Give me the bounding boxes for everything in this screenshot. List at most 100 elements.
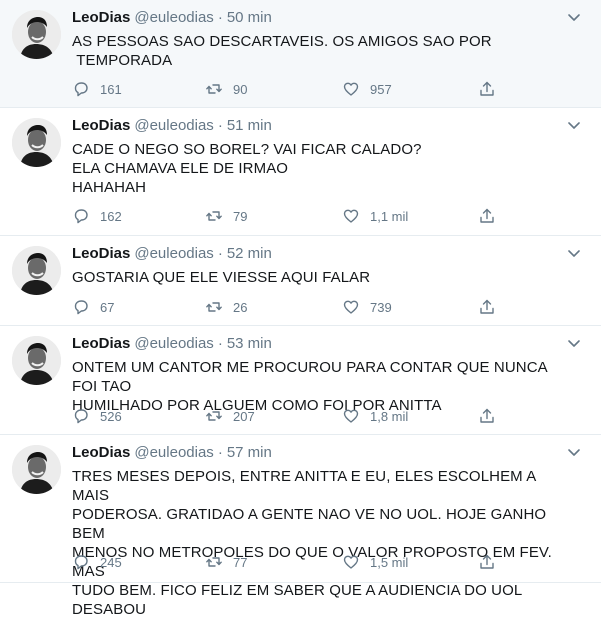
- like-button[interactable]: 1,1 mil: [342, 206, 408, 226]
- user-handle[interactable]: @euleodias: [134, 245, 213, 262]
- retweet-icon: [206, 302, 222, 312]
- tweet-header: LeoDias @euleodias · 53 min: [72, 334, 272, 354]
- like-button[interactable]: 1,8 mil: [342, 406, 408, 426]
- user-handle[interactable]: @euleodias: [134, 335, 213, 352]
- retweet-button[interactable]: 90: [205, 79, 247, 99]
- avatar[interactable]: [12, 336, 61, 385]
- tweet-actions: 526 207 1,8 mil: [72, 406, 512, 426]
- retweet-button[interactable]: 207: [205, 406, 255, 426]
- avatar-photo: [12, 445, 61, 494]
- tweet[interactable]: LeoDias @euleodias · 57 min TRES MESES DEPO…: [0, 435, 601, 618]
- like-button[interactable]: 957: [342, 79, 392, 99]
- retweet-count: 207: [233, 408, 255, 424]
- like-button[interactable]: 739: [342, 297, 392, 317]
- share-button[interactable]: [478, 206, 496, 226]
- avatar-photo: [12, 246, 61, 295]
- tweet[interactable]: LeoDias @euleodias · 52 min GOSTARIA QUE EL…: [0, 236, 601, 326]
- tweet-header: LeoDias @euleodias · 51 min: [72, 116, 272, 136]
- chevron-down-icon[interactable]: [567, 121, 581, 131]
- reply-icon: [74, 555, 88, 570]
- heart-icon: [343, 209, 359, 223]
- chevron-down-icon[interactable]: [567, 339, 581, 349]
- display-name[interactable]: LeoDias: [72, 117, 130, 134]
- tweet-header: LeoDias @euleodias · 52 min: [72, 244, 272, 264]
- share-button[interactable]: [478, 552, 496, 572]
- tweet-header: LeoDias @euleodias · 50 min: [72, 8, 272, 28]
- display-name[interactable]: LeoDias: [72, 444, 130, 461]
- display-name[interactable]: LeoDias: [72, 9, 130, 26]
- tweet-header: LeoDias @euleodias · 57 min: [72, 443, 272, 463]
- reply-icon: [74, 300, 88, 315]
- user-handle[interactable]: @euleodias: [134, 117, 213, 134]
- share-button[interactable]: [478, 297, 496, 317]
- display-name[interactable]: LeoDias: [72, 245, 130, 262]
- like-count: 957: [370, 81, 392, 97]
- retweet-icon: [206, 211, 222, 221]
- share-icon: [480, 299, 494, 314]
- share-button[interactable]: [478, 406, 496, 426]
- retweet-button[interactable]: 26: [205, 297, 247, 317]
- share-icon: [480, 81, 494, 96]
- like-button[interactable]: 1,5 mil: [342, 552, 408, 572]
- tweet-actions: 67 26 739: [72, 297, 512, 317]
- tweet-text: AS PESSOAS SAO DESCARTAVEIS. OS AMIGOS S…: [72, 33, 492, 69]
- heart-icon: [343, 300, 359, 314]
- reply-icon: [74, 82, 88, 97]
- like-count: 1,5 mil: [370, 554, 409, 570]
- tweet-timestamp[interactable]: 50 min: [227, 9, 272, 26]
- avatar[interactable]: [12, 118, 61, 167]
- reply-button[interactable]: 162: [72, 206, 122, 226]
- reply-count: 161: [100, 81, 122, 97]
- tweet-timestamp[interactable]: 52 min: [227, 245, 272, 262]
- reply-button[interactable]: 245: [72, 552, 122, 572]
- like-count: 1,8 mil: [370, 408, 409, 424]
- display-name[interactable]: LeoDias: [72, 335, 130, 352]
- reply-count: 67: [100, 299, 115, 315]
- tweet-feed: LeoDias @euleodias · 50 min AS PESSOAS SAO …: [0, 0, 601, 618]
- reply-count: 526: [100, 408, 122, 424]
- retweet-icon: [206, 84, 222, 94]
- avatar[interactable]: [12, 246, 61, 295]
- chevron-down-icon[interactable]: [567, 13, 581, 23]
- reply-icon: [74, 409, 88, 424]
- reply-count: 162: [100, 208, 122, 224]
- share-icon: [480, 408, 494, 423]
- avatar-photo: [12, 336, 61, 385]
- tweet-text: GOSTARIA QUE ELE VIESSE AQUI FALAR: [72, 269, 371, 286]
- reply-button[interactable]: 526: [72, 406, 122, 426]
- retweet-icon: [206, 411, 222, 421]
- user-handle[interactable]: @euleodias: [134, 444, 213, 461]
- retweet-button[interactable]: 79: [205, 206, 247, 226]
- avatar-photo: [12, 10, 61, 59]
- chevron-down-icon[interactable]: [567, 249, 581, 259]
- share-icon: [480, 554, 494, 569]
- avatar[interactable]: [12, 445, 61, 494]
- separator-dot: ·: [217, 444, 223, 461]
- avatar[interactable]: [12, 10, 61, 59]
- tweet[interactable]: LeoDias @euleodias · 53 min ONTEM UM CANTOR…: [0, 326, 601, 435]
- user-handle[interactable]: @euleodias: [134, 9, 213, 26]
- retweet-count: 90: [233, 81, 248, 97]
- retweet-count: 77: [233, 554, 248, 570]
- heart-icon: [343, 82, 359, 96]
- heart-icon: [343, 409, 359, 423]
- tweet[interactable]: LeoDias @euleodias · 50 min AS PESSOAS SAO …: [0, 0, 601, 108]
- tweet-text: TRES MESES DEPOIS, ENTRE ANITTA E EU, EL…: [72, 468, 552, 618]
- tweet-timestamp[interactable]: 53 min: [227, 335, 272, 352]
- retweet-count: 26: [233, 299, 248, 315]
- separator-dot: ·: [217, 245, 223, 262]
- like-count: 739: [370, 299, 392, 315]
- separator-dot: ·: [217, 9, 223, 26]
- separator-dot: ·: [217, 117, 223, 134]
- share-button[interactable]: [478, 79, 496, 99]
- heart-icon: [343, 555, 359, 569]
- retweet-button[interactable]: 77: [205, 552, 247, 572]
- tweet[interactable]: LeoDias @euleodias · 51 min CADE O NEGO SO …: [0, 108, 601, 236]
- chevron-down-icon[interactable]: [567, 448, 581, 458]
- tweet-timestamp[interactable]: 51 min: [227, 117, 272, 134]
- separator-dot: ·: [217, 335, 223, 352]
- retweet-icon: [206, 557, 222, 567]
- reply-button[interactable]: 161: [72, 79, 122, 99]
- tweet-timestamp[interactable]: 57 min: [227, 444, 272, 461]
- reply-button[interactable]: 67: [72, 297, 114, 317]
